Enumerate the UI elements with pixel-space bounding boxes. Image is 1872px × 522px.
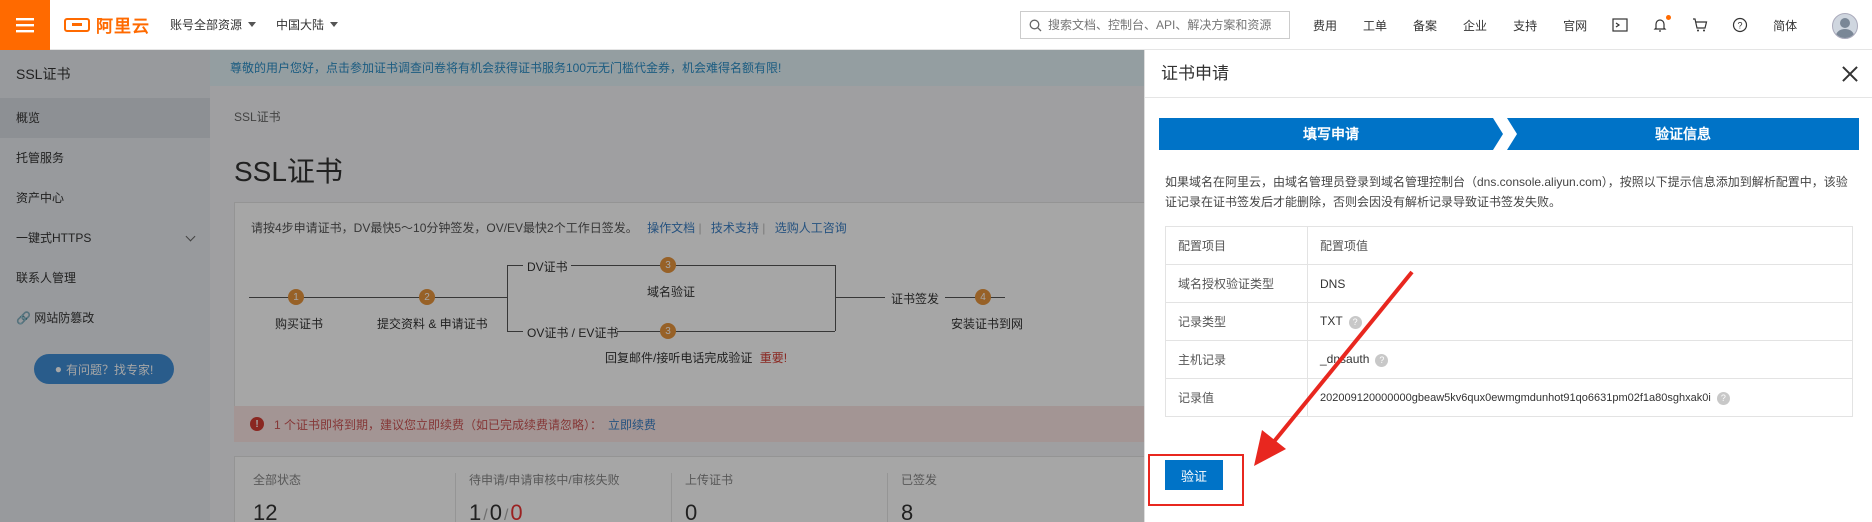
annotation-arrow <box>1254 270 1414 466</box>
